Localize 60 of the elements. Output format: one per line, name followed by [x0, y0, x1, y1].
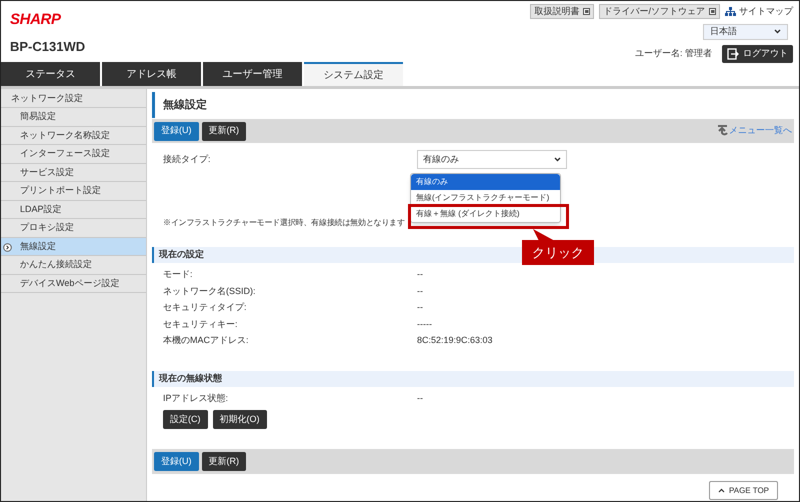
dropdown-option[interactable]: 有線のみ	[411, 174, 560, 190]
manual-link[interactable]: ドライバー/ソフトウェア	[599, 4, 720, 19]
sidebar-item[interactable]: インターフェース設定	[1, 145, 146, 164]
field-value: --	[417, 284, 423, 298]
field-value: --	[417, 392, 423, 406]
logout-button[interactable]: ログアウト	[722, 44, 793, 62]
sidebar-item[interactable]: 簡易設定	[1, 108, 146, 126]
sidebar-item[interactable]: ネットワーク名称設定	[1, 126, 146, 145]
section-title: 現在の無線状態	[159, 372, 222, 386]
note-text: ※インフラストラクチャーモード選択時、有線接続は無効となります	[163, 217, 405, 229]
field-label: 接続タイプ:	[163, 153, 212, 166]
sitemap-icon	[725, 7, 736, 16]
sidebar-item[interactable]: サービス設定	[1, 164, 146, 182]
sidebar-heading[interactable]: ネットワーク設定	[1, 90, 146, 108]
caret-up-icon	[718, 488, 725, 494]
sidebar-item[interactable]: LDAP設定	[1, 200, 146, 219]
user-name-label: ユーザー名: 管理者	[634, 46, 712, 60]
refresh-button[interactable]: 更新(R)	[202, 452, 246, 472]
dropdown-option[interactable]: 無線(インフラストラクチャーモード)	[411, 190, 560, 206]
register-button[interactable]: 登録(U)	[154, 122, 198, 140]
initialize-button[interactable]: 初期化(O)	[212, 410, 266, 430]
language-select[interactable]: 日本語	[703, 24, 788, 40]
chevron-down-icon	[774, 29, 781, 34]
manual-link[interactable]: 取扱説明書	[530, 4, 594, 19]
field-label: モード:	[163, 268, 194, 282]
page-title: 無線設定	[163, 98, 207, 113]
back-arrow-icon	[717, 125, 728, 137]
sitemap-link[interactable]: サイトマップ	[725, 4, 793, 18]
field-label: ネットワーク名(SSID):	[163, 284, 257, 298]
sidebar-item[interactable]: プリントポート設定	[1, 182, 146, 200]
refresh-button[interactable]: 更新(R)	[202, 122, 246, 140]
model-name: BP-C131WD	[10, 38, 86, 56]
field-label: 本機のMACアドレス:	[163, 334, 250, 347]
sidebar-item[interactable]: 無線設定	[1, 238, 146, 256]
settings-button[interactable]: 設定(C)	[163, 410, 208, 430]
external-link-icon	[583, 8, 590, 15]
chevron-circle-icon	[3, 242, 12, 252]
nav-tab[interactable]: ステータス	[1, 62, 100, 86]
register-button[interactable]: 登録(U)	[154, 452, 198, 472]
nav-tab[interactable]: システム設定	[304, 62, 403, 86]
nav-tab[interactable]: ユーザー管理	[203, 62, 302, 86]
external-link-icon	[709, 8, 716, 15]
section-title: 現在の設定	[159, 248, 204, 262]
callout-pointer	[533, 229, 555, 241]
field-label: IPアドレス状態:	[163, 392, 230, 406]
page-top-button[interactable]: PAGE TOP	[708, 481, 778, 500]
logout-icon	[727, 48, 739, 60]
field-label: セキュリティキー:	[163, 318, 239, 331]
sidebar-item[interactable]: かんたん接続設定	[1, 256, 146, 274]
logo: SHARP	[10, 11, 62, 29]
field-value: --	[417, 301, 423, 314]
chevron-down-icon	[554, 157, 561, 162]
field-value: --	[417, 268, 423, 282]
field-value: 8C:52:19:9C:63:03	[417, 334, 493, 347]
dropdown-option[interactable]: 有線＋無線 (ダイレクト接続)	[411, 206, 560, 222]
field-label: セキュリティタイプ:	[163, 301, 248, 314]
nav-tab[interactable]: アドレス帳	[102, 62, 201, 86]
sidebar-item[interactable]: デバイスWebページ設定	[1, 274, 146, 293]
connection-type-select[interactable]: 有線のみ	[417, 150, 567, 169]
field-value: -----	[417, 318, 432, 331]
